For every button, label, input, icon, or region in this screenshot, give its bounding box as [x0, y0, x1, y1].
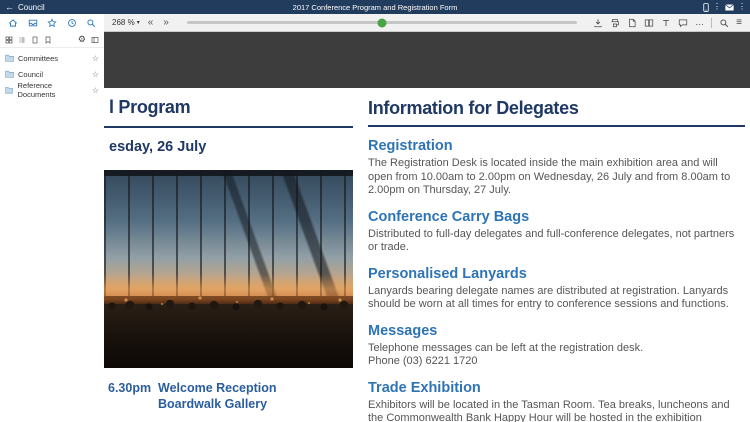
find-in-document-icon[interactable]: [719, 18, 729, 28]
top-bar: ← Council 2017 Conference Program and Re…: [0, 0, 750, 14]
section-registration: Registration The Registration Desk is lo…: [368, 138, 745, 198]
slider-thumb[interactable]: [377, 18, 387, 27]
section-body: The Registration Desk is located inside …: [368, 157, 731, 196]
favorite-star-icon[interactable]: ☆: [92, 54, 99, 63]
section-title: Personalised Lanyards: [368, 265, 527, 282]
zoom-value: 268 %: [112, 18, 135, 27]
mobile-icon[interactable]: [703, 2, 709, 12]
inbox-icon[interactable]: [28, 18, 38, 28]
event-time: 6.30pm: [108, 381, 152, 395]
program-day-heading: esday, 26 July: [109, 139, 207, 155]
download-icon[interactable]: [593, 18, 603, 28]
mail-icon[interactable]: [725, 3, 734, 11]
sidebar-item-label: Council: [18, 69, 44, 79]
two-page-view-icon[interactable]: [644, 18, 654, 28]
event-title: Welcome Reception: [158, 381, 277, 395]
sidebar-toolbar: ⚙: [0, 32, 104, 48]
previous-page-button[interactable]: «: [146, 17, 156, 28]
toolbar-row: 268 % ▾ « » … ≡: [0, 14, 750, 32]
settings-gear-icon[interactable]: ⚙: [78, 35, 86, 44]
home-icon[interactable]: [8, 18, 18, 28]
sidebar-item-committees[interactable]: Committees ☆: [0, 50, 104, 66]
section-body-phone: Phone (03) 6221 1720: [368, 355, 478, 367]
recent-clock-icon[interactable]: [67, 18, 77, 28]
section-body: Exhibitors will be located in the Tasman…: [368, 398, 730, 422]
section-body: Telephone messages can be left at the re…: [368, 341, 644, 354]
viewer-tools: … ≡: [593, 17, 742, 28]
document-right-column: Information for Delegates Registration T…: [368, 88, 745, 422]
chevron-down-icon: ▾: [136, 19, 140, 26]
sidebar-list: Committees ☆ Council ☆ Reference Documen…: [0, 48, 104, 99]
photo-lights: [104, 170, 353, 368]
right-column-heading: Information for Delegates: [368, 98, 579, 118]
kebab-menu-icon[interactable]: ⋮: [713, 3, 721, 11]
single-page-view-icon[interactable]: [627, 18, 637, 28]
document-title: 2017 Conference Program and Registration…: [292, 2, 458, 12]
text-tool-icon[interactable]: [661, 18, 671, 28]
sidebar-toggle-icon[interactable]: [91, 36, 99, 44]
document-page: l Program esday, 26 July 6.30pm Welcome …: [104, 88, 750, 422]
favorites-star-icon[interactable]: [47, 18, 57, 28]
bookmarks-icon[interactable]: [44, 36, 52, 44]
main-area: ⚙ Committees ☆ Council ☆ Reference Docum…: [0, 32, 750, 422]
next-page-button[interactable]: »: [161, 17, 171, 28]
app-window: ← Council 2017 Conference Program and Re…: [0, 0, 750, 422]
section-title: Registration: [368, 138, 453, 154]
section-body: Distributed to full-day delegates and fu…: [368, 227, 735, 254]
section-title: Trade Exhibition: [368, 379, 481, 396]
outline-view-icon[interactable]: [18, 36, 26, 44]
document-left-column: l Program esday, 26 July 6.30pm Welcome …: [104, 88, 354, 422]
folder-icon: [5, 54, 14, 62]
section-personalised-lanyards: Personalised Lanyards Lanyards bearing d…: [368, 266, 745, 312]
menu-icon[interactable]: ≡: [736, 17, 742, 28]
section-title: Messages: [368, 322, 438, 339]
app-nav-strip: [0, 14, 104, 32]
print-icon[interactable]: [610, 18, 620, 28]
topbar-actions: ⋮ ⋮: [703, 3, 750, 12]
section-body: Lanyards bearing delegate names are dist…: [368, 284, 729, 311]
back-label: Council: [18, 2, 45, 12]
sidebar-item-council[interactable]: Council ☆: [0, 66, 104, 82]
viewer-toolbar: 268 % ▾ « » … ≡: [104, 14, 750, 32]
sidebar: ⚙ Committees ☆ Council ☆ Reference Docum…: [0, 32, 104, 422]
heading-rule: [104, 126, 353, 128]
section-conference-carry-bags: Conference Carry Bags Distributed to ful…: [368, 209, 745, 255]
toolbar-divider: [711, 17, 713, 28]
section-title: Conference Carry Bags: [368, 208, 530, 225]
back-arrow-icon[interactable]: ←: [5, 2, 14, 12]
sidebar-item-label: Reference Documents: [17, 81, 56, 99]
zoom-control[interactable]: 268 % ▾: [112, 18, 140, 27]
section-trade-exhibition: Trade Exhibition Exhibitors will be loca…: [368, 380, 745, 422]
search-icon[interactable]: [86, 18, 96, 28]
folder-icon: [5, 70, 14, 78]
comment-icon[interactable]: [678, 18, 688, 28]
thumbnails-view-icon[interactable]: [5, 36, 13, 44]
conference-photo: [104, 170, 353, 368]
heading-rule: [368, 125, 745, 127]
folder-icon: [5, 87, 14, 94]
page-view-icon[interactable]: [31, 36, 39, 44]
favorite-star-icon[interactable]: ☆: [92, 86, 99, 95]
back-navigation[interactable]: ← Council: [0, 2, 45, 12]
more-options-icon[interactable]: …: [695, 18, 704, 27]
kebab-menu-icon-2[interactable]: ⋮: [738, 3, 746, 11]
sidebar-item-reference-documents[interactable]: Reference Documents ☆: [0, 81, 104, 99]
section-messages: Messages Telephone messages can be left …: [368, 323, 745, 369]
sidebar-item-label: Committees: [18, 53, 59, 63]
favorite-star-icon[interactable]: ☆: [92, 70, 99, 79]
left-column-heading: l Program: [109, 97, 191, 117]
document-canvas[interactable]: l Program esday, 26 July 6.30pm Welcome …: [104, 32, 750, 422]
event-venue: Boardwalk Gallery: [158, 397, 268, 411]
scroll-slider[interactable]: [186, 18, 578, 27]
